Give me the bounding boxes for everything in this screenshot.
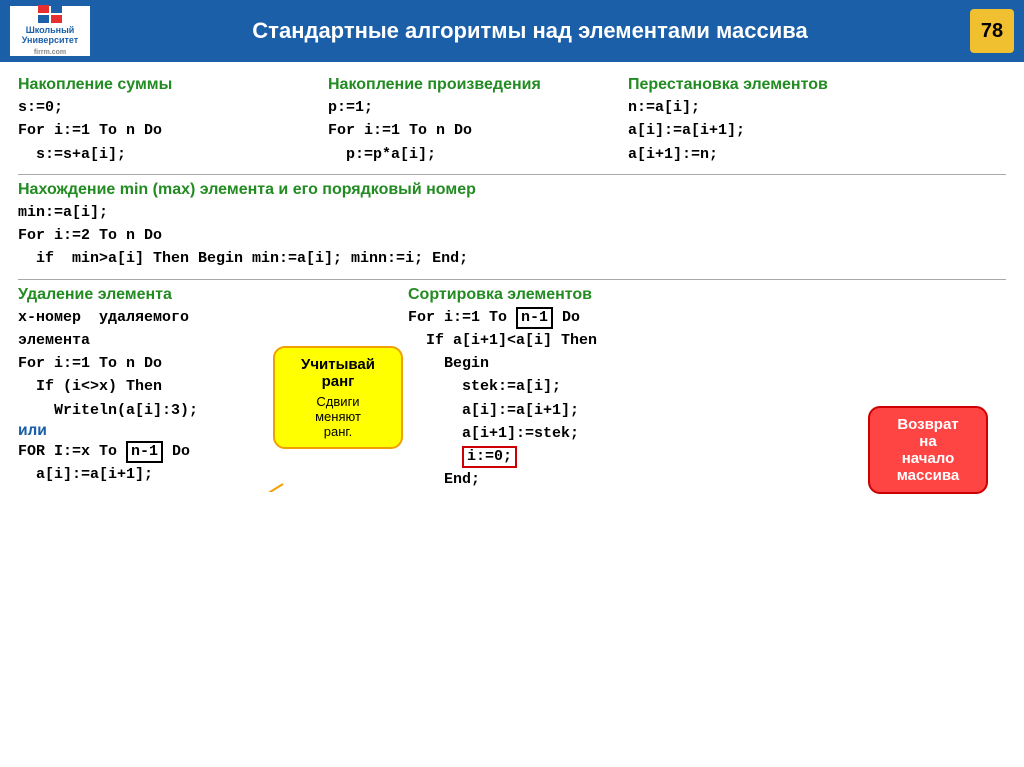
divider2 <box>18 279 1006 280</box>
callout-rank: Учитывай ранг Сдвиги меняют ранг. <box>273 346 403 449</box>
top-row: Накопление суммы s:=0; For i:=1 To n Do … <box>18 76 1006 166</box>
header: Школьный Университет firrm.com Стандартн… <box>0 0 1024 62</box>
callout-return-line3: начало <box>880 450 976 467</box>
callout-rank-line1: Учитывай <box>285 356 391 373</box>
product-code: p:=1; For i:=1 To n Do p:=p*a[i]; <box>328 96 608 166</box>
product-title: Накопление произведения <box>328 76 608 94</box>
callout-rank-text: Сдвиги меняют ранг. <box>285 394 391 439</box>
callout-return-line2: на <box>880 433 976 450</box>
logo: Школьный Университет firrm.com <box>22 5 78 58</box>
sum-section: Накопление суммы s:=0; For i:=1 To n Do … <box>18 76 308 166</box>
minmax-code2: For i:=2 To n Do <box>18 224 1006 247</box>
callout-return: Возврат на начало массива <box>868 406 988 494</box>
minmax-title: Нахождение min (max) элемента и его поря… <box>18 181 1006 199</box>
minmax-code1: min:=a[i]; <box>18 201 1006 224</box>
logo-box: Школьный Университет firrm.com <box>10 6 90 56</box>
bottom-row: Удаление элемента x-номер удаляемого эле… <box>18 286 1006 492</box>
callout-return-line4: массива <box>880 467 976 484</box>
logo-text: Школьный Университет firrm.com <box>22 25 78 58</box>
sum-code: s:=0; For i:=1 To n Do s:=s+a[i]; <box>18 96 308 166</box>
page-title: Стандартные алгоритмы над элементами мас… <box>100 18 960 44</box>
callout-return-line1: Возврат <box>880 416 976 433</box>
main-content: Накопление суммы s:=0; For i:=1 To n Do … <box>0 62 1024 502</box>
sum-title: Накопление суммы <box>18 76 308 94</box>
divider1 <box>18 174 1006 175</box>
product-section: Накопление произведения p:=1; For i:=1 T… <box>308 76 608 166</box>
swap-section: Перестановка элементов n:=a[i]; a[i]:=a[… <box>608 76 1006 166</box>
minmax-section: Нахождение min (max) элемента и его поря… <box>18 181 1006 271</box>
sort-title: Сортировка элементов <box>408 286 1006 304</box>
callout-rank-line2: ранг <box>285 373 391 390</box>
delete-title: Удаление элемента <box>18 286 388 304</box>
swap-title: Перестановка элементов <box>628 76 1006 94</box>
page-number: 78 <box>970 9 1014 53</box>
minmax-code3: if min>a[i] Then Begin min:=a[i]; minn:=… <box>18 247 1006 270</box>
logo-icon <box>38 5 62 23</box>
swap-code: n:=a[i]; a[i]:=a[i+1]; a[i+1]:=n; <box>628 96 1006 166</box>
